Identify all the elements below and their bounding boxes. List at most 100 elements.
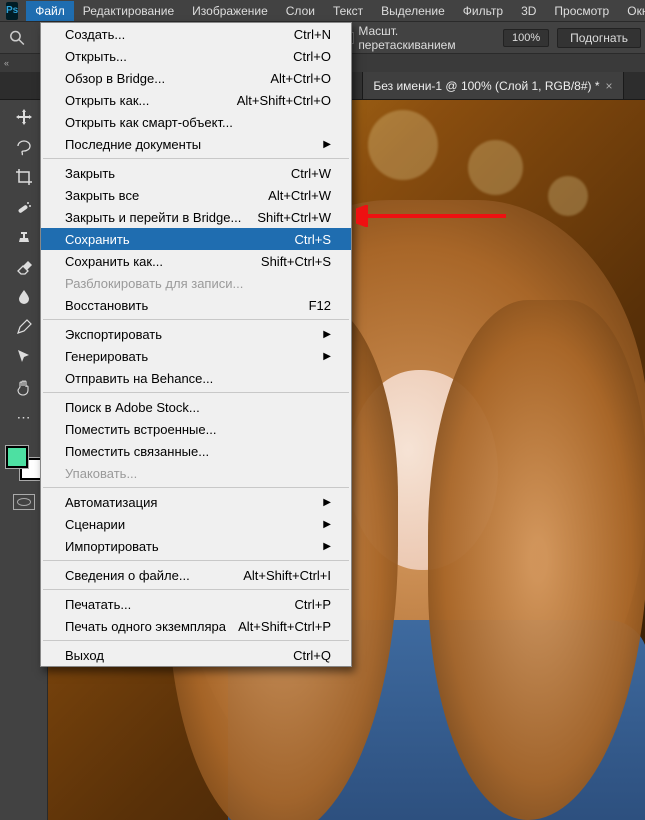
menu-item[interactable]: Открыть как...Alt+Shift+Ctrl+O <box>41 89 351 111</box>
menu-item-label: Разблокировать для записи... <box>65 276 243 291</box>
blur-tool[interactable] <box>11 284 37 310</box>
menu-select[interactable]: Выделение <box>372 1 454 21</box>
menu-item-label: Открыть как... <box>65 93 149 108</box>
clone-stamp-tool[interactable] <box>11 224 37 250</box>
submenu-arrow-icon: ▶ <box>323 519 331 530</box>
menu-item[interactable]: Последние документы▶ <box>41 133 351 155</box>
menu-item[interactable]: Поиск в Adobe Stock... <box>41 396 351 418</box>
menu-shortcut: Ctrl+Q <box>293 648 331 663</box>
menu-item[interactable]: Сохранить как...Shift+Ctrl+S <box>41 250 351 272</box>
path-select-tool[interactable] <box>11 344 37 370</box>
menu-item-label: Закрыть все <box>65 188 139 203</box>
file-menu-dropdown: Создать...Ctrl+NОткрыть...Ctrl+OОбзор в … <box>40 22 352 667</box>
color-swatches[interactable] <box>6 446 42 480</box>
more-tools[interactable]: ⋯ <box>11 404 37 430</box>
menu-item-label: Закрыть <box>65 166 115 181</box>
menu-item[interactable]: Экспортировать▶ <box>41 323 351 345</box>
menu-edit[interactable]: Редактирование <box>74 1 183 21</box>
menu-item[interactable]: Генерировать ▶ <box>41 345 351 367</box>
menu-item[interactable]: Печать одного экземпляра Alt+Shift+Ctrl+P <box>41 615 351 637</box>
menu-item-label: Обзор в Bridge... <box>65 71 165 86</box>
menu-item-label: Выход <box>65 648 104 663</box>
menu-item-label: Создать... <box>65 27 125 42</box>
menu-text[interactable]: Текст <box>324 1 372 21</box>
menu-shortcut: Alt+Shift+Ctrl+I <box>243 568 331 583</box>
scrub-zoom-label: Масшт. перетаскиванием <box>358 24 489 52</box>
menu-item-label: Последние документы <box>65 137 201 152</box>
menu-item[interactable]: Открыть...Ctrl+O <box>41 45 351 67</box>
ps-logo: Ps <box>6 2 18 20</box>
eraser-tool[interactable] <box>11 254 37 280</box>
menu-item-label: Печать одного экземпляра <box>65 619 226 634</box>
menu-shortcut: Ctrl+S <box>295 232 331 247</box>
fit-button[interactable]: Подогнать <box>557 28 641 48</box>
menu-item: Разблокировать для записи... <box>41 272 351 294</box>
menu-file[interactable]: Файл <box>26 1 74 21</box>
menu-separator <box>43 392 349 393</box>
menu-separator <box>43 319 349 320</box>
menu-image[interactable]: Изображение <box>183 1 277 21</box>
hand-tool[interactable] <box>11 374 37 400</box>
menu-window[interactable]: Окно <box>618 1 645 21</box>
menu-item-label: Сведения о файле... <box>65 568 190 583</box>
menu-shortcut: Ctrl+P <box>295 597 331 612</box>
menu-item-label: Поместить встроенные... <box>65 422 216 437</box>
menu-item[interactable]: Закрыть все Alt+Ctrl+W <box>41 184 351 206</box>
menu-item-label: Закрыть и перейти в Bridge... <box>65 210 241 225</box>
move-tool[interactable] <box>11 104 37 130</box>
menu-item[interactable]: Печатать... Ctrl+P <box>41 593 351 615</box>
menu-shortcut: Shift+Ctrl+S <box>261 254 331 269</box>
menu-item-label: Отправить на Behance... <box>65 371 213 386</box>
fg-color-swatch[interactable] <box>6 446 28 468</box>
menu-item-label: Генерировать <box>65 349 148 364</box>
menu-3d[interactable]: 3D <box>512 1 545 21</box>
menu-item[interactable]: ВосстановитьF12 <box>41 294 351 316</box>
menu-item[interactable]: Обзор в Bridge...Alt+Ctrl+O <box>41 67 351 89</box>
pen-tool[interactable] <box>11 314 37 340</box>
submenu-arrow-icon: ▶ <box>323 351 331 362</box>
document-tab-2[interactable]: Без имени-1 @ 100% (Слой 1, RGB/8#) * × <box>363 72 623 99</box>
menu-item[interactable]: Сведения о файле... Alt+Shift+Ctrl+I <box>41 564 351 586</box>
healing-brush-tool[interactable] <box>11 194 37 220</box>
menu-item[interactable]: Создать...Ctrl+N <box>41 23 351 45</box>
menu-item[interactable]: Поместить связанные... <box>41 440 351 462</box>
close-icon[interactable]: × <box>606 79 613 93</box>
menubar: Ps Файл Редактирование Изображение Слои … <box>0 0 645 22</box>
menu-item[interactable]: Поместить встроенные... <box>41 418 351 440</box>
menu-view[interactable]: Просмотр <box>545 1 618 21</box>
menu-separator <box>43 487 349 488</box>
annotation-arrow <box>356 205 516 227</box>
menu-item[interactable]: Отправить на Behance... <box>41 367 351 389</box>
menu-item[interactable]: Автоматизация▶ <box>41 491 351 513</box>
menu-item[interactable]: Сценарии ▶ <box>41 513 351 535</box>
menu-item[interactable]: Сохранить Ctrl+S <box>41 228 351 250</box>
menu-item-label: Экспортировать <box>65 327 162 342</box>
crop-tool[interactable] <box>11 164 37 190</box>
menu-item[interactable]: Закрыть Ctrl+W <box>41 162 351 184</box>
menu-separator <box>43 589 349 590</box>
scrub-zoom-checkbox[interactable]: ✓ Масшт. перетаскиванием <box>343 24 489 52</box>
menu-item-label: Сценарии <box>65 517 125 532</box>
menu-item-label: Упаковать... <box>65 466 137 481</box>
menu-item-label: Восстановить <box>65 298 148 313</box>
menu-filter[interactable]: Фильтр <box>454 1 512 21</box>
menu-item-label: Открыть... <box>65 49 127 64</box>
menu-separator <box>43 560 349 561</box>
menu-item[interactable]: Выход Ctrl+Q <box>41 644 351 666</box>
menu-item-label: Печатать... <box>65 597 131 612</box>
menu-item[interactable]: Импортировать▶ <box>41 535 351 557</box>
menu-separator <box>43 640 349 641</box>
menu-item: Упаковать... <box>41 462 351 484</box>
zoom-percent-field[interactable]: 100% <box>503 29 549 47</box>
menu-item[interactable]: Закрыть и перейти в Bridge...Shift+Ctrl+… <box>41 206 351 228</box>
menu-layers[interactable]: Слои <box>277 1 324 21</box>
quick-mask-toggle[interactable] <box>13 494 35 510</box>
menu-shortcut: Alt+Shift+Ctrl+P <box>238 619 331 634</box>
menu-shortcut: Ctrl+W <box>291 166 331 181</box>
tab-label: Без имени-1 @ 100% (Слой 1, RGB/8#) * <box>373 79 599 93</box>
menu-item-label: Сохранить <box>65 232 130 247</box>
submenu-arrow-icon: ▶ <box>323 541 331 552</box>
lasso-tool[interactable] <box>11 134 37 160</box>
menu-shortcut: Alt+Ctrl+W <box>268 188 331 203</box>
menu-item[interactable]: Открыть как смарт-объект... <box>41 111 351 133</box>
